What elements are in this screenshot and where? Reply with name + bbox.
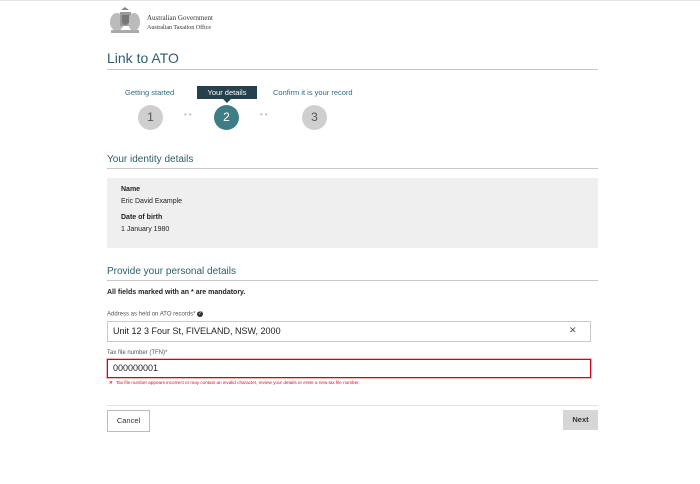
logo-line-1: Australian Government — [147, 14, 213, 22]
step-2-circle: 2 — [214, 105, 239, 130]
dob-value: 1 January 1980 — [121, 226, 170, 233]
name-label: Name — [121, 186, 141, 193]
coat-of-arms-icon — [110, 7, 140, 33]
identity-divider — [107, 168, 598, 169]
help-icon[interactable]: ? — [196, 311, 203, 317]
tfn-input[interactable]: 000000001 — [107, 359, 591, 378]
address-label-text: Address as held on ATO records* — [107, 311, 196, 318]
tfn-field-label: Tax file number (TFN)* — [107, 350, 168, 356]
mandatory-note: All fields marked with an * are mandator… — [107, 289, 246, 296]
identity-details-panel — [107, 178, 598, 248]
step-2-label: Your details — [197, 86, 257, 103]
actions-divider — [107, 405, 598, 406]
step-connector-2: •• — [260, 110, 270, 119]
title-divider — [107, 69, 598, 70]
step-3-label: Confirm it is your record — [273, 88, 353, 97]
top-border — [0, 0, 700, 1]
tfn-error-message: ✕ Tax file number appears incorrect or ma… — [109, 380, 360, 386]
step-connector-1: •• — [184, 110, 194, 119]
personal-section-title: Provide your personal details — [107, 266, 236, 277]
name-value: Eric David Example — [121, 198, 183, 205]
tfn-error-text: Tax file number appears incorrect or may… — [115, 380, 360, 385]
personal-divider — [107, 280, 598, 281]
step-1-label[interactable]: Getting started — [125, 88, 174, 97]
page-title: Link to ATO — [107, 50, 179, 66]
ato-logo: Australian Government Australian Taxatio… — [107, 7, 213, 35]
step-3-circle: 3 — [302, 105, 327, 130]
next-button[interactable]: Next — [563, 410, 598, 430]
dob-label: Date of birth — [121, 214, 163, 221]
identity-section-title: Your identity details — [107, 154, 194, 165]
error-icon: ✕ — [109, 380, 113, 385]
address-field-label: Address as held on ATO records*? — [107, 311, 203, 318]
step-1-circle[interactable]: 1 — [138, 105, 163, 130]
clear-icon[interactable]: ✕ — [569, 325, 577, 336]
logo-line-2: Australian Taxation Office — [147, 25, 212, 31]
cancel-button[interactable]: Cancel — [107, 410, 150, 432]
address-input[interactable]: Unit 12 3 Four St, FIVELAND, NSW, 2000 — [107, 321, 591, 342]
